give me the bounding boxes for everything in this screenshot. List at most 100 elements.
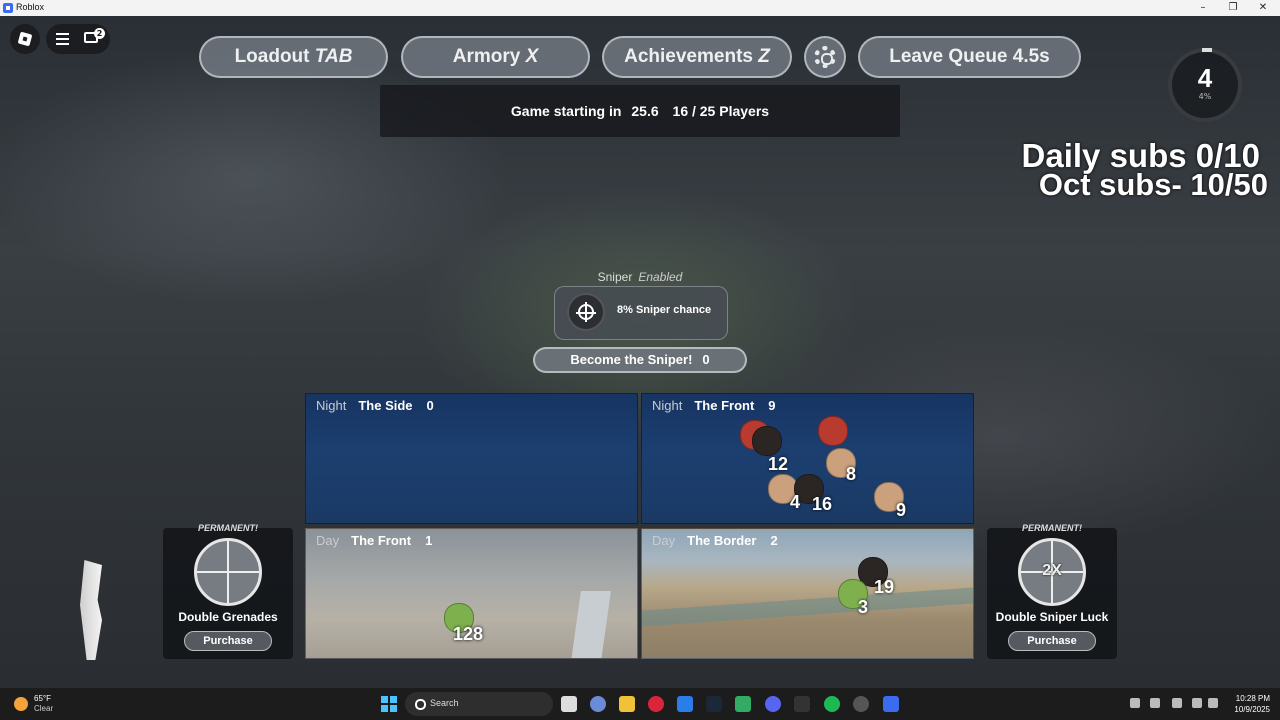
- achievements-button[interactable]: Achievements Z: [602, 36, 792, 78]
- sniper-chance: 8% Sniper chance: [617, 304, 712, 316]
- level-progress-ring: 4 4%: [1168, 48, 1242, 122]
- map-name: The Front: [351, 533, 412, 548]
- map-night-the-front[interactable]: Night The Front 9 12 8 4 16 9: [641, 393, 974, 524]
- clock-date: 10/9/2025: [1234, 705, 1270, 714]
- settings-button[interactable]: [804, 36, 846, 78]
- volume-icon[interactable]: [1208, 698, 1218, 708]
- avatar-count: 128: [453, 624, 484, 644]
- permanent-tag: PERMANENT!: [198, 523, 258, 533]
- map-day-the-border[interactable]: Day The Border 2 19 3: [641, 528, 974, 659]
- double-grenades-card: PERMANENT! Double Grenades Purchase: [163, 523, 293, 659]
- app-icon[interactable]: [794, 696, 810, 712]
- level-percent: 4%: [1198, 92, 1212, 101]
- windows-taskbar: 65°F Clear Search 10:28 PM 10/9/2025: [0, 688, 1280, 720]
- weather-temp: 65°F: [34, 694, 51, 703]
- roblox-logo-icon: [17, 31, 33, 47]
- tray-chevron-icon[interactable]: [1130, 698, 1140, 708]
- armory-key: X: [525, 46, 539, 67]
- window-title: Roblox: [16, 2, 45, 12]
- double-sniper-luck-card: PERMANENT! 2X Double Sniper Luck Purchas…: [987, 523, 1117, 659]
- settings-app-icon[interactable]: [590, 696, 606, 712]
- monthly-subs-text: Oct subs- 10/50: [1038, 167, 1268, 202]
- map-name: The Border: [687, 533, 757, 548]
- map-time: Night: [316, 398, 347, 413]
- app-icon[interactable]: [677, 696, 693, 712]
- map-time: Night: [652, 398, 683, 413]
- roblox-taskbar-icon[interactable]: [883, 696, 899, 712]
- become-sniper-label: Become the Sniper!: [570, 352, 693, 367]
- achievements-key: Z: [758, 46, 770, 67]
- minimize-button[interactable]: –: [1188, 0, 1218, 16]
- search-icon: [415, 699, 426, 710]
- map-name: The Side: [358, 398, 413, 413]
- map-night-the-side[interactable]: Night The Side 0: [305, 393, 638, 524]
- loadout-button[interactable]: Loadout TAB: [199, 36, 388, 78]
- sniper-header: Sniper Enabled: [556, 270, 724, 284]
- windows-start-icon[interactable]: [381, 696, 397, 712]
- roblox-app-icon: [3, 3, 13, 13]
- task-view-icon[interactable]: [561, 696, 577, 712]
- loadout-key: TAB: [314, 46, 353, 67]
- status-players: 16 / 25 Players: [672, 103, 770, 119]
- hamburger-menu-icon[interactable]: [56, 33, 69, 45]
- roblox-topbar-menu: 2: [46, 24, 110, 54]
- map-name: The Front: [694, 398, 755, 413]
- become-sniper-button[interactable]: Become the Sniper! 0: [533, 347, 747, 373]
- weather-widget[interactable]: 65°F Clear: [12, 693, 72, 715]
- map-water: [642, 587, 973, 627]
- avatar-count: 9: [896, 500, 907, 520]
- search-placeholder: Search: [430, 698, 459, 708]
- onedrive-icon[interactable]: [1150, 698, 1160, 708]
- sniper-label: Sniper: [597, 270, 633, 284]
- status-countdown: 25.6: [631, 103, 659, 119]
- window-titlebar: Roblox – ❐ ✕: [0, 0, 1280, 16]
- achievements-label: Achievements: [624, 46, 753, 67]
- map-day-the-front[interactable]: Day The Front 1 128: [305, 528, 638, 659]
- app-icon[interactable]: [735, 696, 751, 712]
- purchase-button[interactable]: Purchase: [184, 631, 272, 651]
- file-explorer-icon[interactable]: [619, 696, 635, 712]
- purchase-button[interactable]: Purchase: [1008, 631, 1096, 651]
- map-time: Day: [652, 533, 676, 548]
- taskbar-search[interactable]: Search: [405, 692, 553, 716]
- leave-queue-button[interactable]: Leave Queue 4.5s: [858, 36, 1081, 78]
- close-button[interactable]: ✕: [1248, 0, 1278, 16]
- weather-condition: Clear: [34, 704, 54, 713]
- map-count: 1: [425, 533, 433, 548]
- spotify-icon[interactable]: [824, 696, 840, 712]
- sniper-panel: 8% Sniper chance: [554, 286, 728, 340]
- steam-icon[interactable]: [706, 696, 722, 712]
- game-status-bar: Game starting in 25.6 16 / 25 Players: [380, 85, 900, 137]
- become-sniper-count: 0: [702, 352, 710, 367]
- map-count: 0: [426, 398, 434, 413]
- permanent-tag: PERMANENT!: [1022, 523, 1082, 533]
- avatar-count: 16: [812, 494, 833, 514]
- microphone-icon[interactable]: [1172, 698, 1182, 708]
- status-starting-label: Game starting in: [510, 103, 622, 119]
- avatar-count: 8: [846, 464, 857, 484]
- restore-button[interactable]: ❐: [1218, 0, 1248, 16]
- avatar-count: 4: [790, 492, 801, 512]
- armory-button[interactable]: Armory X: [401, 36, 590, 78]
- player-avatar: [752, 426, 782, 456]
- map-label: Day The Border 2: [652, 533, 778, 548]
- avatar-count: 3: [858, 597, 869, 617]
- map-wall-prop: [571, 591, 611, 658]
- opera-browser-icon[interactable]: [648, 696, 664, 712]
- grenade-scope-icon: [194, 538, 262, 606]
- roblox-menu-button[interactable]: [10, 24, 40, 54]
- card-name: Double Grenades: [178, 610, 278, 624]
- crosshair-icon: [567, 293, 605, 331]
- gear-icon: [814, 46, 836, 68]
- network-icon[interactable]: [1192, 698, 1202, 708]
- map-label: Night The Side 0: [316, 398, 434, 413]
- avatar-count: 19: [874, 577, 895, 597]
- app-icon[interactable]: [853, 696, 869, 712]
- card-name: Double Sniper Luck: [995, 610, 1109, 624]
- sniper-state: Enabled: [638, 270, 683, 284]
- discord-icon[interactable]: [765, 696, 781, 712]
- map-label: Day The Front 1: [316, 533, 432, 548]
- level-value: 4: [1197, 63, 1213, 93]
- taskbar-clock[interactable]: 10:28 PM 10/9/2025: [1222, 693, 1270, 715]
- map-time: Day: [316, 533, 340, 548]
